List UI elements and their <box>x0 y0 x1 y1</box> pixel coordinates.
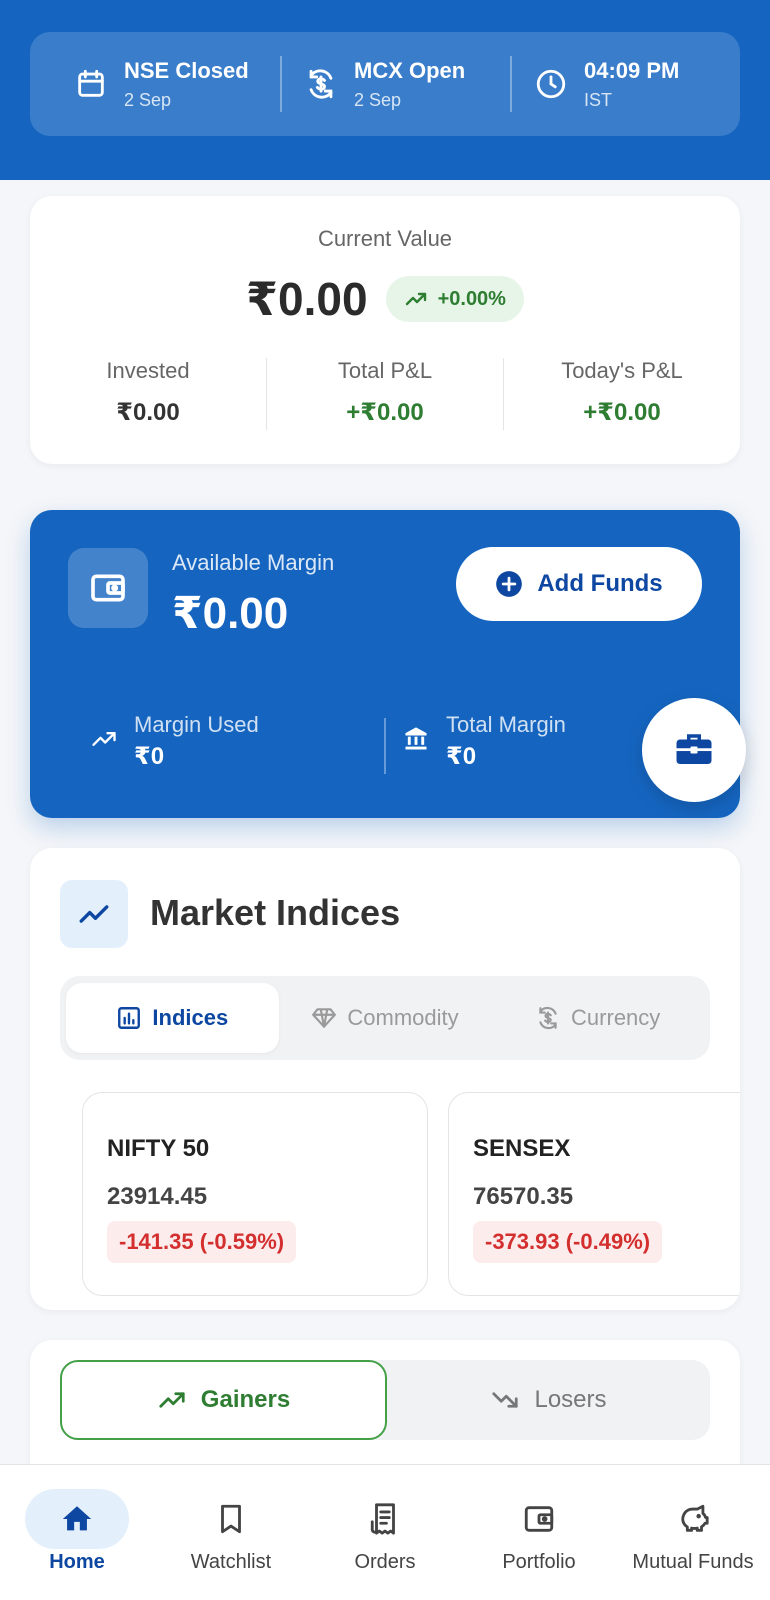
tab-label: Commodity <box>347 1005 459 1030</box>
wallet-icon <box>68 548 148 628</box>
portfolio-value-card[interactable]: Current Value ₹0.00 +0.00% Invested ₹0.0… <box>30 196 740 464</box>
tab-gainers[interactable]: Gainers <box>60 1360 387 1440</box>
stat-label: Total P&L <box>337 358 433 383</box>
index-name: NIFTY 50 <box>107 1135 210 1162</box>
nav-portfolio[interactable]: Portfolio <box>462 1465 616 1600</box>
index-change: -373.93 (-0.49%) <box>473 1221 663 1263</box>
market-indices-card: Market Indices Indices Commodity Currenc… <box>30 848 740 1310</box>
currency-exchange-icon <box>304 67 338 101</box>
margin-used-label: Margin Used <box>134 712 259 737</box>
index-card-sensex[interactable]: SENSEX 76570.35 -373.93 (-0.49%) <box>448 1092 740 1296</box>
stat-label: Today's P&L <box>561 358 683 383</box>
bookmark-icon <box>179 1489 283 1549</box>
briefcase-fab-button[interactable] <box>642 698 746 802</box>
index-name: SENSEX <box>473 1135 571 1162</box>
stat-invested: Invested ₹0.00 <box>30 358 266 430</box>
nav-label: Portfolio <box>502 1551 576 1573</box>
trending-up-icon <box>60 880 128 948</box>
stat-value: +₹0.00 <box>346 399 424 426</box>
status-subtitle: 2 Sep <box>124 89 172 110</box>
bar-chart-icon <box>118 1007 141 1029</box>
trending-up-icon <box>405 292 426 306</box>
stat-label: Invested <box>106 358 190 383</box>
market-indices-tabs: Indices Commodity Currency <box>60 976 710 1060</box>
change-percent: +0.00% <box>437 287 506 310</box>
total-margin-label: Total Margin <box>446 712 566 737</box>
receipt-icon <box>333 1489 437 1549</box>
stat-value: ₹0.00 <box>116 399 180 426</box>
tab-label: Indices <box>152 1005 229 1030</box>
nav-label: Home <box>49 1551 105 1573</box>
status-nse: NSE Closed 2 Sep <box>30 56 280 112</box>
nav-watchlist[interactable]: Watchlist <box>154 1465 308 1600</box>
tab-currency[interactable]: Currency <box>491 983 704 1053</box>
piggy-bank-icon <box>641 1489 745 1549</box>
movers-tabs: Gainers Losers <box>60 1360 710 1440</box>
tab-label: Gainers <box>200 1386 291 1413</box>
status-title: 04:09 PM <box>584 57 680 83</box>
market-status-strip: NSE Closed 2 Sep MCX Open 2 Sep 04:09 PM… <box>30 32 740 136</box>
current-value-row: ₹0.00 +0.00% <box>30 272 740 326</box>
nav-home[interactable]: Home <box>0 1465 154 1600</box>
tab-label: Losers <box>534 1386 607 1413</box>
market-status-header: NSE Closed 2 Sep MCX Open 2 Sep 04:09 PM… <box>0 0 770 180</box>
bank-icon <box>402 725 430 758</box>
tab-commodity[interactable]: Commodity <box>279 983 492 1053</box>
index-price: 23914.45 <box>107 1183 208 1210</box>
margin-divider <box>384 718 386 774</box>
clock-icon <box>534 67 568 101</box>
briefcase-icon <box>676 734 712 764</box>
total-margin-value: ₹0 <box>446 743 477 770</box>
status-title: MCX Open <box>354 57 466 83</box>
nav-label: Orders <box>354 1551 416 1573</box>
index-change: -141.35 (-0.59%) <box>107 1221 297 1263</box>
calendar-icon <box>74 67 108 101</box>
available-margin-label: Available Margin <box>172 550 335 575</box>
status-subtitle: IST <box>584 89 613 110</box>
wallet-icon <box>487 1489 591 1549</box>
trending-up-icon <box>90 725 118 758</box>
margin-card[interactable]: Available Margin ₹0.00 Add Funds Margin … <box>30 510 746 818</box>
total-margin: Total Margin ₹0 <box>402 712 566 771</box>
tab-losers[interactable]: Losers <box>387 1360 710 1440</box>
nav-label: Mutual Funds <box>632 1551 754 1573</box>
change-badge: +0.00% <box>385 276 524 322</box>
margin-used: Margin Used ₹0 <box>90 712 259 771</box>
status-subtitle: 2 Sep <box>354 89 402 110</box>
trending-down-icon <box>492 1392 519 1408</box>
nav-orders[interactable]: Orders <box>308 1465 462 1600</box>
available-margin-value: ₹0.00 <box>172 589 289 638</box>
current-value-amount: ₹0.00 <box>246 273 368 325</box>
status-mcx: MCX Open 2 Sep <box>280 56 510 112</box>
nav-mutual-funds[interactable]: Mutual Funds <box>616 1465 770 1600</box>
stat-value: +₹0.00 <box>583 399 661 426</box>
tab-indices[interactable]: Indices <box>66 983 279 1053</box>
stat-total-pnl: Total P&L +₹0.00 <box>266 358 503 430</box>
add-funds-label: Add Funds <box>537 570 663 597</box>
portfolio-stats: Invested ₹0.00 Total P&L +₹0.00 Today's … <box>30 358 740 430</box>
index-card-nifty[interactable]: NIFTY 50 23914.45 -141.35 (-0.59%) <box>82 1092 428 1296</box>
tab-label: Currency <box>571 1005 661 1030</box>
status-time: 04:09 PM IST <box>510 56 740 112</box>
margin-used-value: ₹0 <box>134 743 165 770</box>
stat-todays-pnl: Today's P&L +₹0.00 <box>503 358 740 430</box>
nav-label: Watchlist <box>190 1551 272 1573</box>
add-funds-button[interactable]: Add Funds <box>456 547 702 621</box>
currency-exchange-icon <box>539 1006 557 1030</box>
market-indices-title: Market Indices <box>150 892 401 933</box>
index-price: 76570.35 <box>473 1183 574 1210</box>
bottom-navigation: Home Watchlist Orders Portfolio Mutual F… <box>0 1464 770 1600</box>
diamond-icon <box>312 1008 337 1028</box>
trending-up-icon <box>159 1392 185 1408</box>
current-value-label: Current Value <box>317 226 453 251</box>
home-icon <box>25 1489 129 1549</box>
status-title: NSE Closed <box>124 57 249 83</box>
plus-circle-icon <box>496 571 523 597</box>
